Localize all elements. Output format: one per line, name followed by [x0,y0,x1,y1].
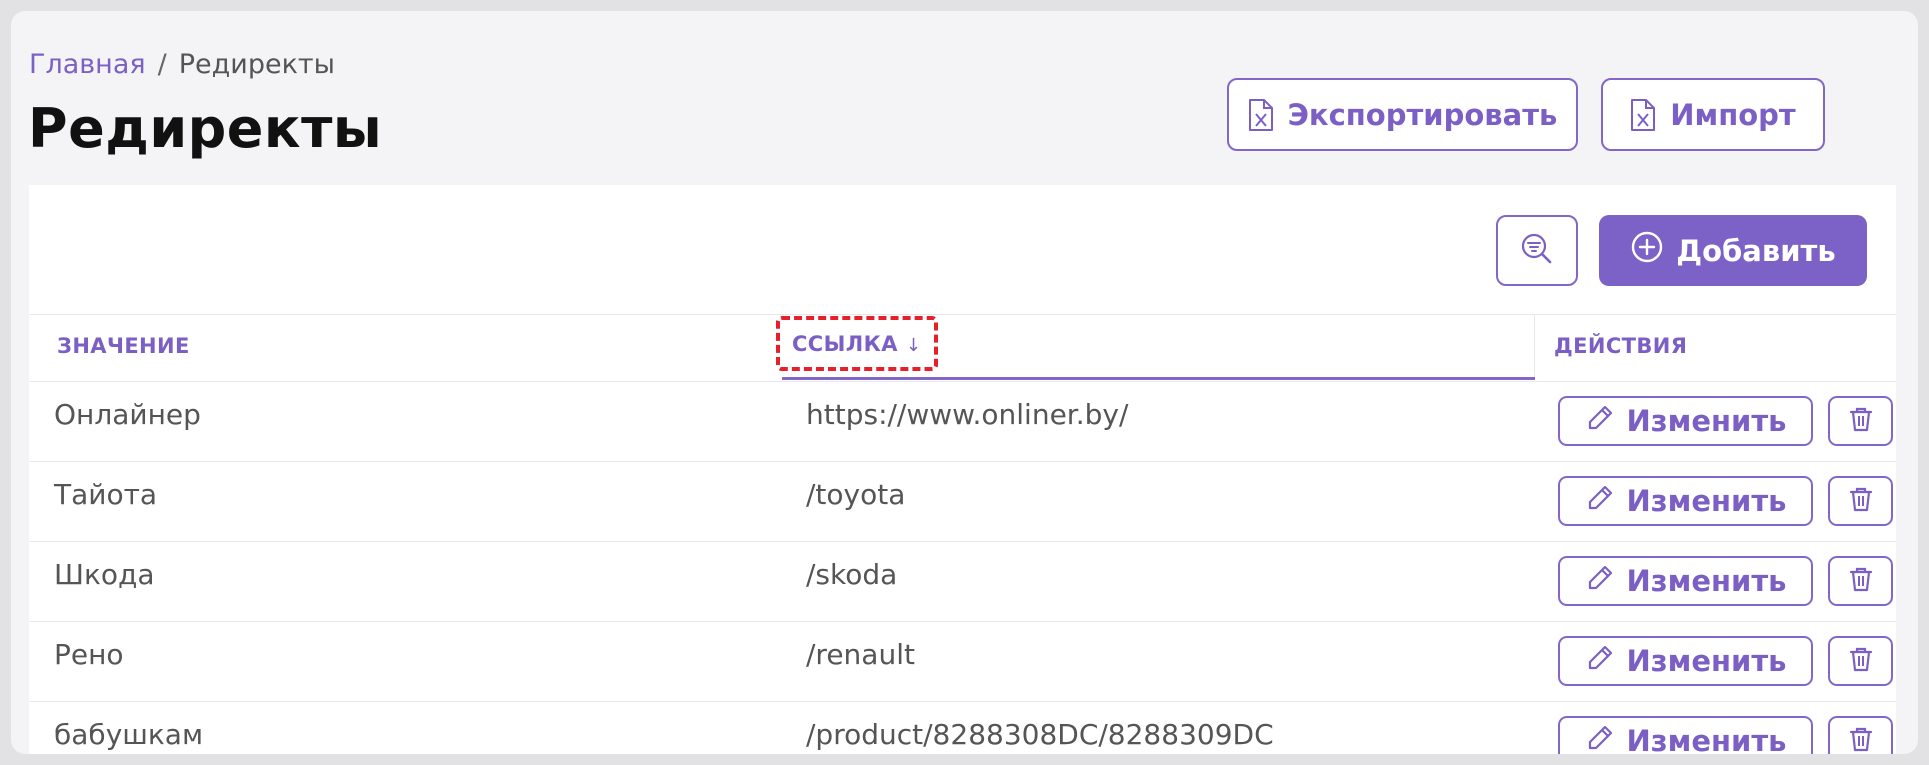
excel-file-icon [1630,98,1656,132]
row-value: Онлайнер [54,398,201,431]
sort-indicator-underline [782,377,1535,380]
add-redirect-button[interactable]: Добавить [1599,215,1867,286]
row-link: /renault [806,638,915,671]
column-header-value[interactable]: ЗНАЧЕНИЕ [57,334,190,358]
pencil-icon [1585,483,1615,520]
pencil-icon [1585,403,1615,440]
trash-icon [1847,485,1875,517]
delete-button[interactable] [1828,396,1893,446]
trash-icon [1847,405,1875,437]
edit-button-label: Изменить [1626,404,1787,438]
edit-button-label: Изменить [1626,484,1787,518]
excel-file-icon [1248,98,1274,132]
page-title: Редиректы [28,97,383,160]
edit-button[interactable]: Изменить [1558,396,1813,446]
delete-button[interactable] [1828,716,1893,754]
pencil-icon [1585,643,1615,680]
sort-arrow-down-icon: ↓ [905,335,922,356]
table-row: Онлайнер https://www.onliner.by/ Изменит… [29,381,1896,462]
table-row: бабушкам /product/8288308DC/8288309DC Из… [29,701,1896,754]
breadcrumb-current: Редиректы [178,49,335,80]
table-row: Рено /renault Изменить [29,621,1896,702]
trash-icon [1847,645,1875,677]
row-link: https://www.onliner.by/ [806,398,1129,431]
delete-button[interactable] [1828,476,1893,526]
delete-button[interactable] [1828,556,1893,606]
column-divider [1534,314,1535,380]
table-row: Шкода /skoda Изменить [29,541,1896,622]
edit-button-label: Изменить [1626,724,1787,754]
row-value: Шкода [54,558,155,591]
export-button[interactable]: Экспортировать [1227,78,1578,151]
filter-search-icon [1519,231,1555,271]
edit-button[interactable]: Изменить [1558,476,1813,526]
edit-button-label: Изменить [1626,564,1787,598]
add-button-label: Добавить [1676,233,1836,268]
filter-search-button[interactable] [1496,215,1578,286]
edit-button-label: Изменить [1626,644,1787,678]
row-value: Рено [54,638,124,671]
trash-icon [1847,565,1875,597]
pencil-icon [1585,723,1615,755]
edit-button[interactable]: Изменить [1558,716,1813,754]
breadcrumb-separator: / [157,49,167,80]
plus-circle-icon [1630,230,1664,271]
breadcrumb: Главная / Редиректы [29,49,335,80]
import-button[interactable]: Импорт [1601,78,1825,151]
export-button-label: Экспортировать [1287,97,1558,132]
row-value: Тайота [54,478,158,511]
edit-button[interactable]: Изменить [1558,636,1813,686]
column-header-actions: ДЕЙСТВИЯ [1554,334,1688,358]
pencil-icon [1585,563,1615,600]
redirects-table-card: Добавить ЗНАЧЕНИЕ ССЫЛКА ↓ ДЕЙСТВИЯ Онлай… [29,185,1896,754]
column-header-link-label: ССЫЛКА [792,332,898,356]
table-row: Тайота /toyota Изменить [29,461,1896,542]
row-link: /product/8288308DC/8288309DC [806,718,1274,751]
delete-button[interactable] [1828,636,1893,686]
row-link: /skoda [806,558,898,591]
trash-icon [1847,725,1875,754]
table-top-divider [29,314,1896,315]
edit-button[interactable]: Изменить [1558,556,1813,606]
import-button-label: Импорт [1670,97,1796,132]
app-window: Главная / Редиректы Редиректы Экспортирова… [11,11,1918,754]
row-value: бабушкам [54,718,204,751]
breadcrumb-home-link[interactable]: Главная [29,49,146,80]
column-header-link[interactable]: ССЫЛКА ↓ [792,332,921,356]
row-link: /toyota [806,478,906,511]
